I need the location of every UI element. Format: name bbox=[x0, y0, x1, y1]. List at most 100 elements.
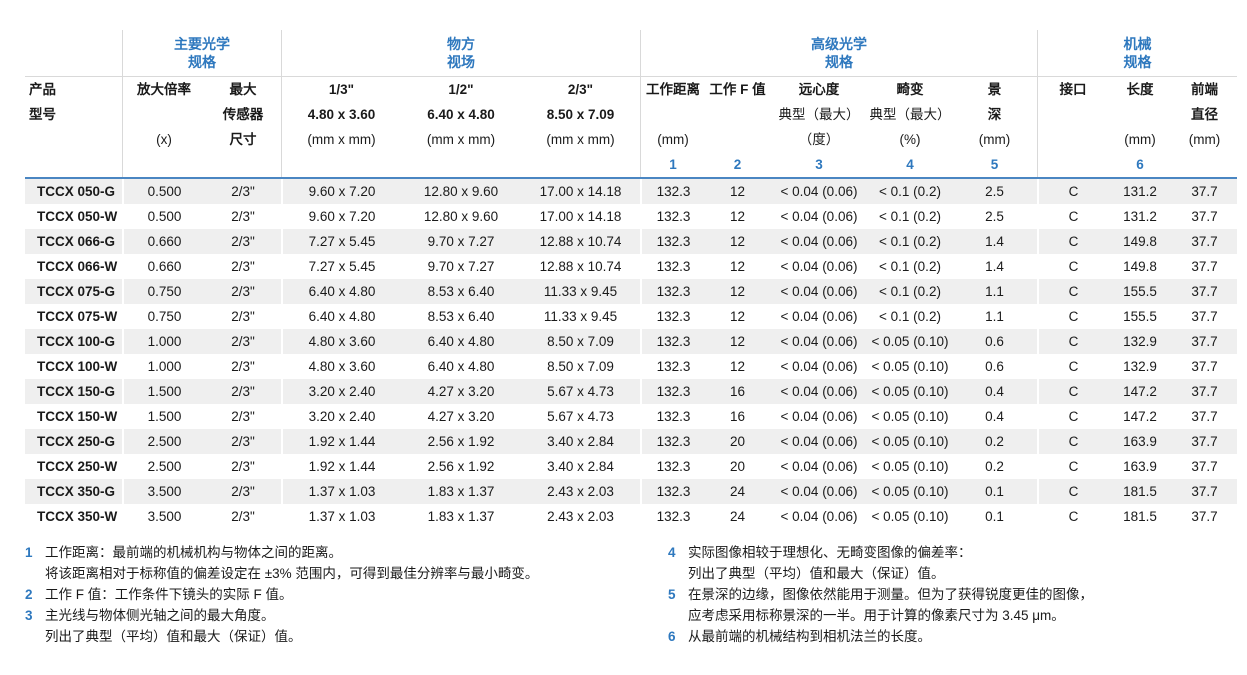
cell-distortion: < 0.05 (0.10) bbox=[868, 379, 952, 404]
cell-working-f-number: 12 bbox=[705, 304, 770, 329]
cell-telecentricity: < 0.04 (0.06) bbox=[770, 404, 868, 429]
column-header-line bbox=[705, 127, 770, 152]
cell-fov-2-3: 5.67 x 4.73 bbox=[521, 379, 640, 404]
group-header-line: 规格 bbox=[123, 53, 281, 71]
cell-model: TCCX 066-W bbox=[25, 254, 122, 279]
table-row-tccx-050-w: TCCX 050-W0.5002/3"9.60 x 7.2012.80 x 9.… bbox=[25, 204, 1237, 229]
column-header-line: (%) bbox=[868, 127, 952, 152]
footnote-ref-telecentricity: 3 bbox=[770, 152, 868, 177]
cell-fov-1-2: 2.56 x 1.92 bbox=[401, 429, 521, 454]
cell-working-distance: 132.3 bbox=[640, 504, 705, 529]
cell-telecentricity: < 0.04 (0.06) bbox=[770, 229, 868, 254]
footnote-number: 3 bbox=[25, 605, 45, 647]
footnote-line: 实际图像相较于理想化、无畸变图像的偏差率： bbox=[688, 542, 972, 563]
cell-model: TCCX 050-G bbox=[25, 179, 122, 204]
cell-depth-of-field: 1.4 bbox=[952, 229, 1037, 254]
cell-working-distance: 132.3 bbox=[640, 304, 705, 329]
footnote-5: 5在景深的边缘，图像依然能用于测量。但为了获得锐度更佳的图像，应考虑采用标称景深… bbox=[668, 584, 1093, 626]
table-row-tccx-250-w: TCCX 250-W2.5002/3"1.92 x 1.442.56 x 1.9… bbox=[25, 454, 1237, 479]
table-row-tccx-075-w: TCCX 075-W0.7502/3"6.40 x 4.808.53 x 6.4… bbox=[25, 304, 1237, 329]
cell-max-sensor-size: 2/3" bbox=[205, 354, 281, 379]
column-header-max-sensor-size: 最大传感器尺寸 bbox=[205, 77, 281, 177]
cell-working-distance: 132.3 bbox=[640, 354, 705, 379]
column-header-line bbox=[1038, 102, 1108, 127]
column-header-line: 典型（最大） bbox=[770, 102, 868, 127]
cell-working-f-number: 16 bbox=[705, 379, 770, 404]
column-header-fov-2-3: 2/3"8.50 x 7.09(mm x mm) bbox=[521, 77, 640, 177]
cell-length: 181.5 bbox=[1108, 504, 1172, 529]
cell-fov-2-3: 17.00 x 14.18 bbox=[521, 179, 640, 204]
cell-front-diameter: 37.7 bbox=[1172, 229, 1237, 254]
cell-front-diameter: 37.7 bbox=[1172, 304, 1237, 329]
cell-max-sensor-size: 2/3" bbox=[205, 379, 281, 404]
cell-length: 147.2 bbox=[1108, 404, 1172, 429]
table-row-tccx-350-g: TCCX 350-G3.5002/3"1.37 x 1.031.83 x 1.3… bbox=[25, 479, 1237, 504]
cell-fov-1-3: 4.80 x 3.60 bbox=[281, 329, 401, 354]
cell-working-distance: 132.3 bbox=[640, 279, 705, 304]
cell-working-f-number: 24 bbox=[705, 504, 770, 529]
footnote-number: 6 bbox=[668, 626, 688, 647]
table-row-tccx-250-g: TCCX 250-G2.5002/3"1.92 x 1.442.56 x 1.9… bbox=[25, 429, 1237, 454]
cell-working-f-number: 12 bbox=[705, 254, 770, 279]
footnote-number: 5 bbox=[668, 584, 688, 626]
column-header-length: 长度(mm)6 bbox=[1108, 77, 1172, 177]
cell-distortion: < 0.05 (0.10) bbox=[868, 354, 952, 379]
column-header-line: 4.80 x 3.60 bbox=[282, 102, 401, 127]
table-body: TCCX 050-G0.5002/3"9.60 x 7.2012.80 x 9.… bbox=[25, 179, 1237, 529]
footnote-ref-fov-2-3 bbox=[521, 152, 640, 177]
cell-mount: C bbox=[1037, 379, 1108, 404]
column-header-line bbox=[705, 102, 770, 127]
footnote-ref-depth-of-field: 5 bbox=[952, 152, 1037, 177]
group-header-line: 机械 bbox=[1038, 35, 1237, 53]
footnote-line: 列出了典型（平均）值和最大（保证）值。 bbox=[688, 563, 972, 584]
cell-model: TCCX 350-W bbox=[25, 504, 122, 529]
cell-working-f-number: 20 bbox=[705, 454, 770, 479]
cell-magnification: 0.500 bbox=[122, 204, 205, 229]
column-header-depth-of-field: 景深(mm)5 bbox=[952, 77, 1037, 177]
cell-fov-1-2: 4.27 x 3.20 bbox=[401, 404, 521, 429]
cell-working-f-number: 12 bbox=[705, 204, 770, 229]
footnote-ref-fov-1-3 bbox=[282, 152, 401, 177]
column-header-line: (mm x mm) bbox=[282, 127, 401, 152]
cell-magnification: 1.500 bbox=[122, 404, 205, 429]
cell-magnification: 1.000 bbox=[122, 354, 205, 379]
cell-working-f-number: 20 bbox=[705, 429, 770, 454]
footnote-ref-model bbox=[29, 152, 122, 177]
cell-length: 163.9 bbox=[1108, 429, 1172, 454]
cell-model: TCCX 100-W bbox=[25, 354, 122, 379]
column-header-line: 畸变 bbox=[868, 77, 952, 102]
cell-fov-1-3: 6.40 x 4.80 bbox=[281, 279, 401, 304]
cell-mount: C bbox=[1037, 404, 1108, 429]
cell-model: TCCX 350-G bbox=[25, 479, 122, 504]
group-header-mechanical-specs: 机械规格 bbox=[1037, 30, 1237, 76]
table-row-tccx-050-g: TCCX 050-G0.5002/3"9.60 x 7.2012.80 x 9.… bbox=[25, 179, 1237, 204]
cell-telecentricity: < 0.04 (0.06) bbox=[770, 204, 868, 229]
column-header-working-f-number: 工作 F 值2 bbox=[705, 77, 770, 177]
column-header-telecentricity: 远心度典型（最大）（度）3 bbox=[770, 77, 868, 177]
cell-working-f-number: 16 bbox=[705, 404, 770, 429]
column-header-line: 传感器 bbox=[205, 102, 281, 127]
cell-fov-2-3: 3.40 x 2.84 bbox=[521, 454, 640, 479]
cell-magnification: 0.660 bbox=[122, 254, 205, 279]
cell-mount: C bbox=[1037, 454, 1108, 479]
cell-fov-1-2: 8.53 x 6.40 bbox=[401, 304, 521, 329]
cell-telecentricity: < 0.04 (0.06) bbox=[770, 354, 868, 379]
cell-front-diameter: 37.7 bbox=[1172, 379, 1237, 404]
cell-fov-1-3: 7.27 x 5.45 bbox=[281, 254, 401, 279]
cell-fov-1-3: 6.40 x 4.80 bbox=[281, 304, 401, 329]
lens-spec-table: 主要光学规格物方视场高级光学规格机械规格 产品型号放大倍率(x)最大传感器尺寸1… bbox=[25, 30, 1237, 529]
table-row-tccx-075-g: TCCX 075-G0.7502/3"6.40 x 4.808.53 x 6.4… bbox=[25, 279, 1237, 304]
column-header-line: 远心度 bbox=[770, 77, 868, 102]
cell-magnification: 1.500 bbox=[122, 379, 205, 404]
cell-length: 132.9 bbox=[1108, 329, 1172, 354]
column-header-line bbox=[123, 102, 205, 127]
cell-model: TCCX 066-G bbox=[25, 229, 122, 254]
cell-max-sensor-size: 2/3" bbox=[205, 429, 281, 454]
footnote-line: 工作 F 值：工作条件下镜头的实际 F 值。 bbox=[45, 584, 293, 605]
footnote-line: 将该距离相对于标称值的偏差设定在 ±3% 范围内，可得到最佳分辨率与最小畸变。 bbox=[45, 563, 538, 584]
cell-fov-2-3: 17.00 x 14.18 bbox=[521, 204, 640, 229]
cell-fov-1-2: 1.83 x 1.37 bbox=[401, 479, 521, 504]
column-header-line bbox=[29, 127, 122, 152]
cell-magnification: 2.500 bbox=[122, 429, 205, 454]
column-header-line: (mm x mm) bbox=[401, 127, 521, 152]
